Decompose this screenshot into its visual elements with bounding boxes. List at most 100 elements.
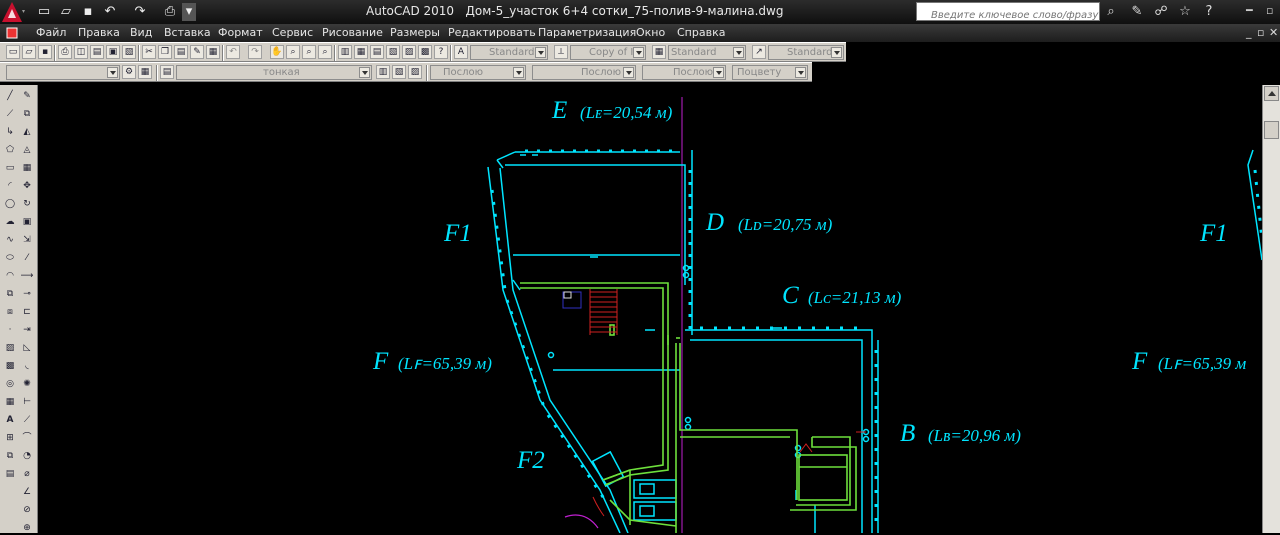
layer-iso-icon[interactable]: ▨: [408, 65, 422, 79]
3d-print-icon[interactable]: ▣: [106, 45, 120, 59]
plot-icon[interactable]: ⎙: [58, 45, 72, 59]
linetype-select[interactable]: Послою: [532, 65, 636, 80]
point-icon[interactable]: ·: [3, 323, 17, 337]
tool-palettes-icon[interactable]: ▤: [370, 45, 384, 59]
undo-toolbar-icon[interactable]: ↶: [226, 45, 240, 59]
diameter-dim-icon[interactable]: ⌀: [20, 467, 34, 481]
menu-parametric[interactable]: Параметризация: [538, 26, 636, 39]
search-input[interactable]: [929, 7, 1103, 24]
text-style-icon[interactable]: A: [454, 45, 468, 59]
block-editor-icon[interactable]: ▦: [206, 45, 220, 59]
plotstyle-select[interactable]: Поцвету: [732, 65, 808, 80]
menu-dimension[interactable]: Размеры: [390, 26, 440, 39]
document-icon[interactable]: [6, 27, 18, 39]
make-block-icon[interactable]: ⧈: [3, 305, 17, 319]
menu-view[interactable]: Вид: [130, 26, 152, 39]
circle-icon[interactable]: ◯: [3, 197, 17, 211]
preview-icon[interactable]: ◫: [74, 45, 88, 59]
zoom-window-icon[interactable]: ⌕: [302, 45, 316, 59]
tolerance-icon[interactable]: ⊘: [20, 503, 34, 517]
cut-icon[interactable]: ✂: [142, 45, 156, 59]
gradient-icon[interactable]: ▩: [3, 359, 17, 373]
construction-line-icon[interactable]: ⟋: [3, 107, 17, 121]
table-style-select[interactable]: Standard: [668, 45, 746, 60]
ordinate-icon[interactable]: ⊞: [3, 431, 17, 445]
sheetset-icon[interactable]: ▧: [386, 45, 400, 59]
layer-match-icon[interactable]: ▤: [3, 467, 17, 481]
break-at-point-icon[interactable]: ⊸: [20, 287, 34, 301]
binoculars-icon[interactable]: ⌕: [1102, 3, 1120, 21]
dim-style-select[interactable]: Copy of IS: [570, 45, 646, 60]
text-style-select[interactable]: Standard: [470, 45, 548, 60]
revcloud-icon[interactable]: ☁: [3, 215, 17, 229]
join-icon[interactable]: ⇥: [20, 323, 34, 337]
menu-tools[interactable]: Сервис: [272, 26, 313, 39]
doc-restore-button[interactable]: ▫: [1257, 26, 1264, 39]
table-style-icon[interactable]: ▦: [652, 45, 666, 59]
qnew-icon[interactable]: ▭: [6, 45, 20, 59]
zoom-previous-icon[interactable]: ⌕: [318, 45, 332, 59]
arc-length-icon[interactable]: ⌒: [20, 431, 34, 445]
zoom-realtime-icon[interactable]: ⌕: [286, 45, 300, 59]
linear-dim-icon[interactable]: ⊢: [20, 395, 34, 409]
offset-icon[interactable]: ◬: [20, 143, 34, 157]
pan-icon[interactable]: ✋: [270, 45, 284, 59]
redo-toolbar-icon[interactable]: ↷: [248, 45, 262, 59]
menu-draw[interactable]: Рисование: [322, 26, 383, 39]
copy-icon[interactable]: ❐: [158, 45, 172, 59]
layer-previous-icon[interactable]: ▧: [392, 65, 406, 79]
move-icon[interactable]: ✥: [20, 179, 34, 193]
array-icon[interactable]: ▦: [20, 161, 34, 175]
properties-icon[interactable]: ▥: [338, 45, 352, 59]
radius-dim-icon[interactable]: ◔: [20, 449, 34, 463]
scale-icon[interactable]: ▣: [20, 215, 34, 229]
etransmit-icon[interactable]: ▧: [122, 45, 136, 59]
layer-properties-icon[interactable]: ▤: [160, 65, 174, 79]
mtext-icon[interactable]: A: [3, 413, 17, 427]
mirror-icon[interactable]: ◭: [20, 125, 34, 139]
print-icon[interactable]: ⎙: [160, 3, 180, 21]
copy-object-icon[interactable]: ⧉: [20, 107, 34, 121]
favorites-icon[interactable]: ☆: [1176, 3, 1194, 21]
matchprop-icon[interactable]: ✎: [190, 45, 204, 59]
new-file-icon[interactable]: ▭: [34, 3, 54, 21]
workspace-settings-icon[interactable]: ⚙: [122, 65, 136, 79]
menu-edit[interactable]: Правка: [78, 26, 120, 39]
save-toolbar-icon[interactable]: ▪: [38, 45, 52, 59]
spline-icon[interactable]: ∿: [3, 233, 17, 247]
redo-icon[interactable]: ↷: [130, 3, 150, 21]
rectangle-icon[interactable]: ▭: [3, 161, 17, 175]
arc-icon[interactable]: ◜: [3, 179, 17, 193]
communication-center-icon[interactable]: ☍: [1152, 3, 1170, 21]
ellipse-arc-icon[interactable]: ◠: [3, 269, 17, 283]
infocenter-search-box[interactable]: [916, 2, 1103, 24]
open-icon[interactable]: ▱: [22, 45, 36, 59]
restore-button[interactable]: ▫: [1266, 4, 1273, 17]
qat-dropdown-icon[interactable]: ▾: [182, 3, 196, 21]
paste-icon[interactable]: ▤: [174, 45, 188, 59]
autocad-logo-icon[interactable]: [0, 0, 26, 24]
doc-close-button[interactable]: ✕: [1269, 26, 1278, 39]
group-icon[interactable]: ⧉: [3, 449, 17, 463]
menu-modify[interactable]: Редактировать: [448, 26, 536, 39]
stretch-icon[interactable]: ⇲: [20, 233, 34, 247]
chamfer-icon[interactable]: ◺: [20, 341, 34, 355]
polyline-icon[interactable]: ↳: [3, 125, 17, 139]
layer-select[interactable]: тонкая: [176, 65, 372, 80]
publish-icon[interactable]: ▤: [90, 45, 104, 59]
lineweight-select[interactable]: Послою: [642, 65, 726, 80]
mleader-style-select[interactable]: Standard: [768, 45, 844, 60]
undo-icon[interactable]: ↶: [100, 3, 120, 21]
line-icon[interactable]: ╱: [3, 89, 17, 103]
region-icon[interactable]: ◎: [3, 377, 17, 391]
minimize-button[interactable]: ━: [1246, 4, 1253, 17]
markup-icon[interactable]: ▨: [402, 45, 416, 59]
make-current-icon[interactable]: ▥: [376, 65, 390, 79]
layer-states-icon[interactable]: ▦: [138, 65, 152, 79]
menu-file[interactable]: Файл: [36, 26, 66, 39]
doc-minimize-button[interactable]: _: [1246, 26, 1252, 39]
polygon-icon[interactable]: ⬠: [3, 143, 17, 157]
scroll-thumb[interactable]: [1264, 121, 1279, 139]
workspace-select[interactable]: [6, 65, 120, 80]
erase-icon[interactable]: ✎: [20, 89, 34, 103]
